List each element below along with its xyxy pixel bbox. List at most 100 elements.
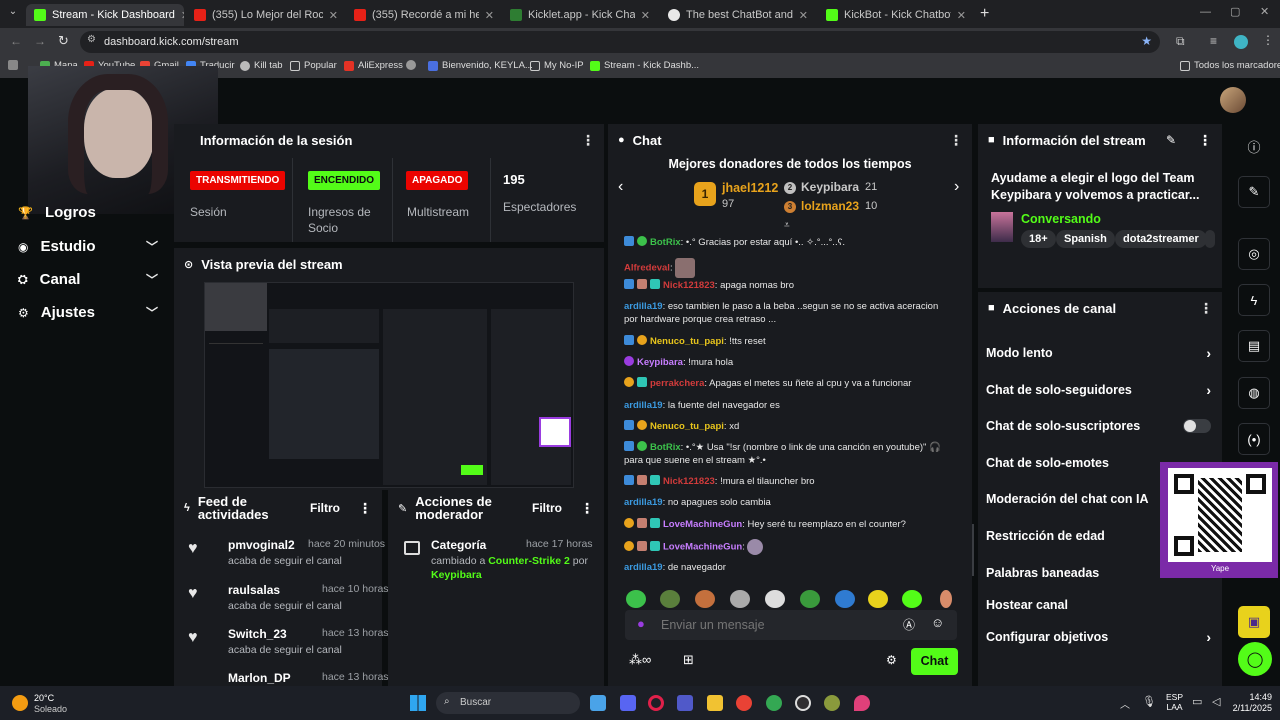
chrome-profile-icon[interactable] <box>766 695 782 711</box>
send-chat-button[interactable]: Chat <box>911 648 958 675</box>
volume-icon[interactable]: ◁ <box>1212 695 1220 708</box>
follower-name[interactable]: pmvoginal2 <box>228 538 295 552</box>
start-button[interactable] <box>410 695 426 711</box>
maximize-icon[interactable]: ▢ <box>1230 5 1240 18</box>
site-info-icon[interactable]: ⚙ <box>87 34 96 45</box>
emote-button[interactable] <box>626 590 646 608</box>
weather-temp[interactable]: 20°C <box>34 693 54 703</box>
donor-name[interactable]: Keypibara <box>801 180 859 194</box>
kick-points-icon[interactable]: ⁂∞ <box>629 652 651 668</box>
browser-tab[interactable]: (355) Recordé a mi hermano en ✕ <box>346 4 502 26</box>
bookmark-item[interactable] <box>406 60 420 70</box>
chat-username[interactable]: Nick121823 <box>663 280 715 291</box>
emote-button[interactable] <box>730 590 750 608</box>
lang-indicator[interactable]: ESP LAA <box>1166 692 1183 712</box>
filter-button[interactable]: Filtro <box>532 501 562 515</box>
profile-avatar[interactable] <box>1234 35 1248 49</box>
discord-icon[interactable] <box>620 695 636 711</box>
opera-icon[interactable] <box>648 695 664 711</box>
follower-name[interactable]: raulsalas <box>228 583 280 597</box>
close-tab-icon[interactable]: ✕ <box>641 9 650 22</box>
category-name[interactable]: Conversando <box>1021 212 1101 226</box>
store-icon[interactable]: ⊞ <box>683 652 694 668</box>
taskbar-search[interactable]: ⌕ Buscar <box>436 692 580 714</box>
tray-chevron-icon[interactable]: ︿ <box>1120 696 1130 711</box>
chat-settings-icon[interactable]: ⚙ <box>886 653 897 667</box>
action-host-channel[interactable]: Hostear canal <box>986 598 1211 612</box>
emote-button[interactable] <box>835 590 855 608</box>
back-icon[interactable]: ← <box>10 34 22 48</box>
browser-tab[interactable]: Kicklet.app - Kick Chatbot and I ✕ <box>502 4 658 26</box>
sidebar-item-logros[interactable]: 🏆 Logros <box>18 204 158 221</box>
stream-tag[interactable] <box>1205 230 1215 248</box>
emote-button[interactable] <box>660 590 680 608</box>
donor-name[interactable]: jhael1212 <box>722 181 778 195</box>
collapse-icon[interactable]: ⩡ <box>784 220 790 231</box>
donor-name[interactable]: lolzman23 <box>801 199 859 213</box>
notes-rail-icon[interactable]: ▤ <box>1238 330 1270 362</box>
stream-preview-video[interactable] <box>204 282 574 488</box>
follower-name[interactable]: Switch_23 <box>228 627 287 641</box>
extensions-icon[interactable]: ⧉ <box>1176 34 1185 49</box>
kebab-menu-icon[interactable]: ⋮ <box>949 132 963 149</box>
chevron-left-icon[interactable]: ‹ <box>618 178 623 196</box>
new-tab-button[interactable]: + <box>980 5 989 23</box>
moderator-link[interactable]: Keypibara <box>431 569 482 581</box>
app-icon[interactable] <box>824 695 840 711</box>
sidebar-item-ajustes[interactable]: ⚙ Ajustes ﹀ <box>18 304 158 321</box>
bookmark-item[interactable]: AliExpress <box>344 60 403 71</box>
close-tab-icon[interactable]: ✕ <box>485 9 494 22</box>
bookmark-item[interactable]: Stream - Kick Dashb... <box>590 60 699 71</box>
game-link[interactable]: Counter-Strike 2 <box>488 555 570 567</box>
browser-tab[interactable]: The best ChatBot and Widgets ✕ <box>660 4 816 26</box>
clock[interactable]: 14:49 2/11/2025 <box>1228 692 1272 714</box>
forward-icon[interactable]: → <box>34 34 46 48</box>
close-tab-icon[interactable]: ✕ <box>329 9 338 22</box>
emote-button[interactable] <box>695 590 715 608</box>
chevron-right-icon[interactable]: › <box>954 178 959 196</box>
emote-button[interactable] <box>902 590 922 608</box>
chat-username[interactable]: BotRix <box>650 442 681 453</box>
emote-button[interactable] <box>868 590 888 608</box>
support-chat-button[interactable]: ◯ <box>1238 642 1272 676</box>
bookmark-item[interactable]: Popular <box>290 60 337 71</box>
browser-tab[interactable]: KickBot - Kick Chatbot, Alerts, T ✕ <box>818 4 974 26</box>
action-slow-mode[interactable]: Modo lento › <box>986 345 1211 361</box>
chat-username[interactable]: ardilla19 <box>624 301 663 312</box>
edit-pencil-icon[interactable]: ✎ <box>1166 133 1176 147</box>
action-followers-only[interactable]: Chat de solo-seguidores › <box>986 382 1211 398</box>
browser-menu-icon[interactable]: ⋮ <box>1262 33 1274 47</box>
close-window-icon[interactable]: ✕ <box>1260 5 1269 18</box>
bookmark-item[interactable] <box>8 60 18 70</box>
chat-rail-icon[interactable]: ◍ <box>1238 377 1270 409</box>
chat-username[interactable]: ardilla19 <box>624 562 663 573</box>
close-tab-icon[interactable]: ✕ <box>957 9 966 22</box>
chat-username[interactable]: BotRix <box>650 237 681 248</box>
teams-icon[interactable] <box>677 695 693 711</box>
stream-tag[interactable]: Spanish <box>1056 230 1115 248</box>
browser-tab[interactable]: Stream - Kick Dashboard ✕ <box>26 4 184 26</box>
sidebar-item-estudio[interactable]: ◉ Estudio ﹀ <box>18 238 158 255</box>
chat-username[interactable]: Nick121823 <box>663 476 715 487</box>
stream-tag[interactable]: 18+ <box>1021 230 1056 248</box>
close-tab-icon[interactable]: ✕ <box>181 9 184 22</box>
mic-icon[interactable]: ● <box>637 616 645 631</box>
emoji-icon[interactable]: ☺ <box>931 615 944 630</box>
stream-tag[interactable]: dota2streamer <box>1115 230 1207 248</box>
minimize-icon[interactable]: — <box>1200 6 1211 18</box>
chrome-icon[interactable] <box>736 695 752 711</box>
chat-input-box[interactable]: ● Ⓐ ☺ <box>625 610 957 640</box>
chat-username[interactable]: LoveMachineGun <box>663 542 742 553</box>
emote-button[interactable] <box>765 590 785 608</box>
chat-username[interactable]: perrakchera <box>650 378 704 389</box>
emote-button[interactable] <box>940 590 952 608</box>
kebab-menu-icon[interactable]: ⋮ <box>581 132 595 149</box>
chat-username[interactable]: Nenuco_tu_papi <box>650 336 724 347</box>
url-field[interactable]: ⚙ dashboard.kick.com/stream ★ <box>80 31 1160 53</box>
chat-username[interactable]: ardilla19 <box>624 497 663 508</box>
kebab-menu-icon[interactable]: ⋮ <box>1199 300 1213 317</box>
explorer-icon[interactable] <box>707 695 723 711</box>
chat-username[interactable]: ardilla19 <box>624 400 663 411</box>
mic-tray-icon[interactable]: 🎙 <box>1142 695 1156 708</box>
text-tools-icon[interactable]: Ⓐ <box>903 616 915 633</box>
